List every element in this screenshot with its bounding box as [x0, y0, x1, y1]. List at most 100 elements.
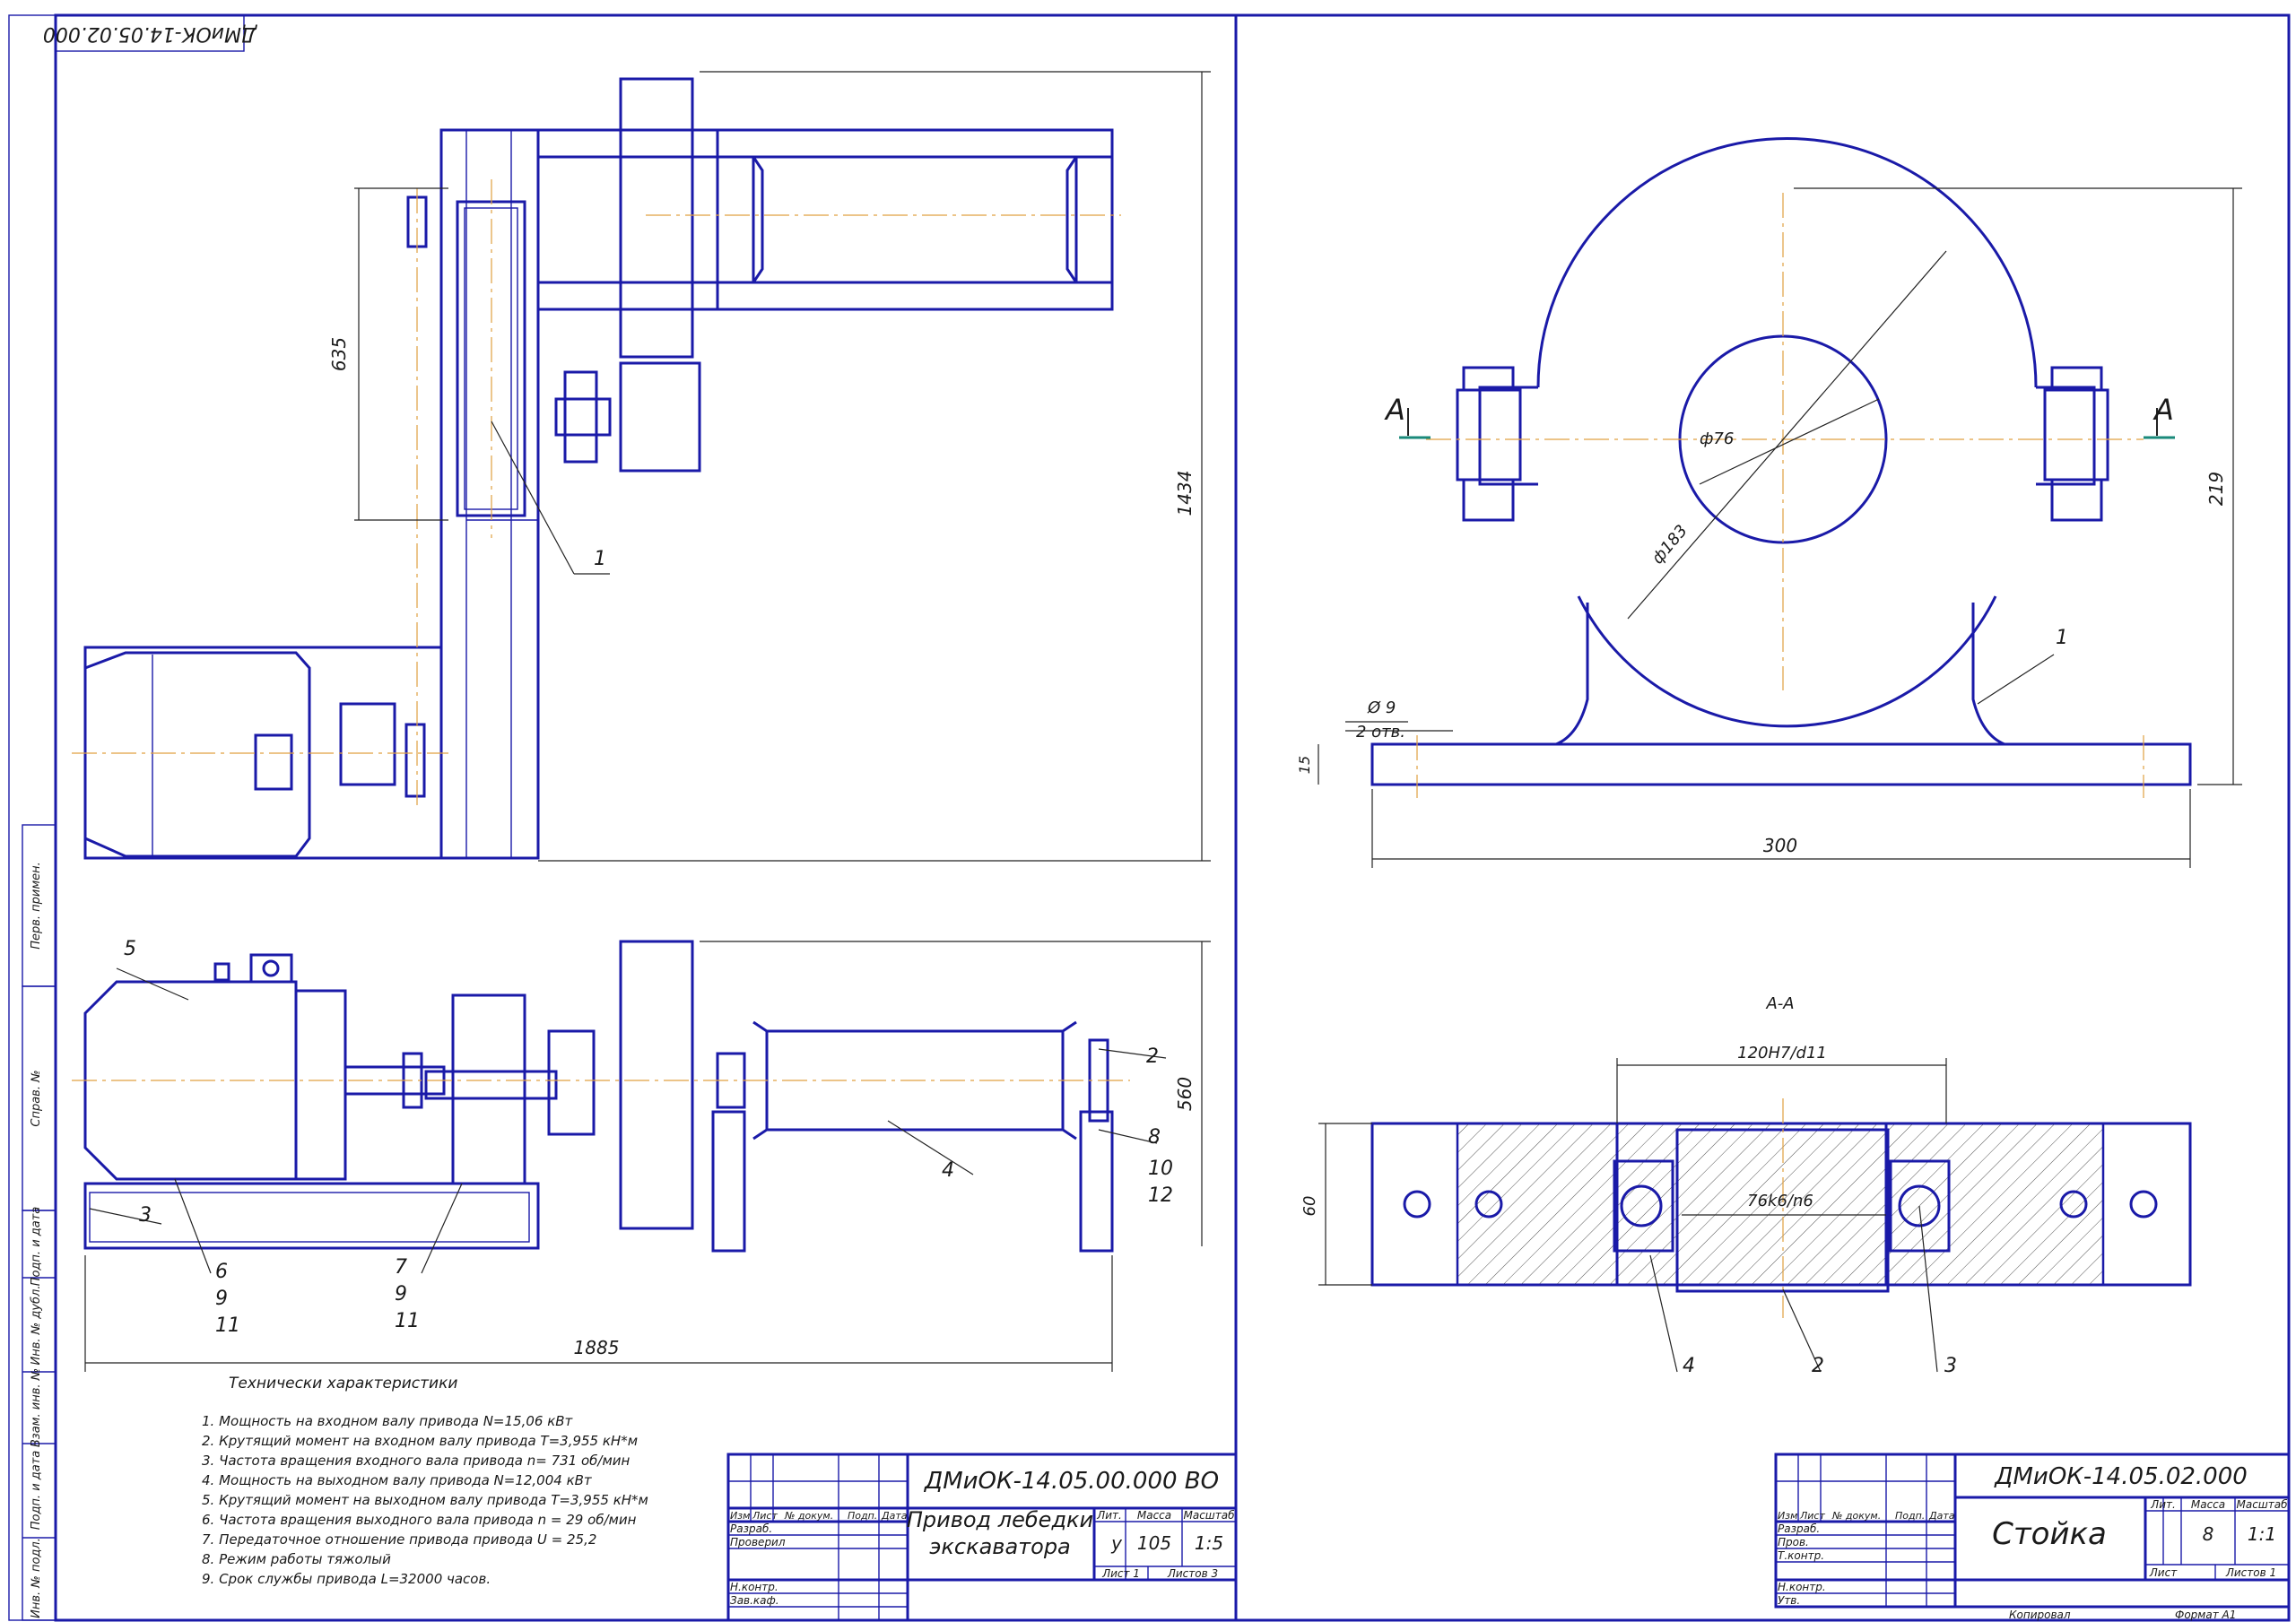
title-left-hdr-0: Изм: [730, 1510, 750, 1522]
title-left-role-0: Разраб.: [730, 1522, 772, 1535]
title-left-role-1: Проверил: [730, 1536, 786, 1548]
title-left-name-1: Привод лебедки: [907, 1507, 1093, 1532]
stand-callout-1: 1: [2056, 627, 2068, 649]
callout-7: 7: [395, 1256, 407, 1279]
title-left-code: ДМиОК-14.05.00.000 ВО: [924, 1468, 1219, 1495]
callout-plan-1: 1: [594, 548, 606, 570]
side-stamp-0: Перв. примен.: [30, 862, 43, 950]
top-stamp-text: ДМиОК-14.05.02.000: [43, 22, 257, 45]
side-stamp-1: Справ. №: [30, 1070, 43, 1126]
section-callout-3: 3: [1944, 1355, 1957, 1377]
callout-12: 12: [1148, 1184, 1173, 1207]
title-right-role-3: Н.контр.: [1778, 1581, 1826, 1593]
dim-15: 15: [1296, 756, 1313, 774]
title-right-hdr-4: Дата: [1928, 1510, 1955, 1522]
callout-11a: 11: [215, 1314, 240, 1337]
callout-11b: 11: [395, 1310, 420, 1332]
top-stamp: ДМиОК-14.05.02.000: [43, 14, 257, 52]
tech-line: 5. Крутящий момент на выходном валу прив…: [202, 1492, 648, 1508]
title-right-format: Формат А1: [2175, 1609, 2236, 1621]
title-right-mass: 8: [2203, 1523, 2214, 1545]
dim-300: 300: [1763, 835, 1797, 856]
tech-line: 3. Частота вращения входного вала привод…: [202, 1453, 631, 1469]
title-left-lit: у: [1110, 1532, 1123, 1554]
tech-line: 4. Мощность на выходном валу привода N=1…: [202, 1472, 593, 1488]
dim-60: 60: [1300, 1196, 1319, 1217]
title-left-hdr-3: Подп.: [848, 1510, 877, 1522]
title-right-role-0: Разраб.: [1778, 1522, 1820, 1535]
drawing-sheet: ДМиОК-14.05.02.000 Перв. примен. Справ. …: [8, 13, 2291, 1622]
title-right-role-1: Пров.: [1778, 1536, 1809, 1548]
title-right-hdr-0: Изм: [1778, 1510, 1797, 1522]
section-mark-right: A: [2152, 393, 2174, 427]
title-right-role-2: Т.контр.: [1778, 1549, 1824, 1562]
title-right-hdr-3: Подп.: [1895, 1510, 1925, 1522]
title-left-hdr-1: Лист: [752, 1510, 778, 1522]
callout-4: 4: [942, 1159, 954, 1182]
tech-line: 1. Мощность на входном валу привода N=15…: [202, 1413, 574, 1429]
stand-view: [1318, 137, 2242, 868]
title-right-sheets: Листов 1: [2225, 1566, 2276, 1579]
tech-title: Технически характеристики: [229, 1375, 457, 1392]
tech-line: 6. Частота вращения выходного вала приво…: [202, 1512, 637, 1528]
front-view: [72, 940, 1211, 1372]
section-mark-left: A: [1384, 393, 1405, 427]
title-left-lit-label: Лит.: [1096, 1509, 1122, 1522]
dim-1885: 1885: [574, 1337, 620, 1358]
title-right-role-4: Утв.: [1778, 1594, 1800, 1607]
dim-fit2: 76k6/n6: [1747, 1192, 1813, 1210]
title-left-scale-label: Масштаб: [1183, 1509, 1235, 1522]
title-right-code: ДМиОК-14.05.02.000: [1994, 1463, 2248, 1490]
section-callout-4: 4: [1683, 1355, 1695, 1377]
tech-line: 9. Срок службы привода L=32000 часов.: [202, 1571, 491, 1587]
title-right-sheet: Лист: [2149, 1566, 2178, 1579]
plan-view: [72, 71, 1211, 862]
dim-1434: 1434: [1174, 471, 1196, 516]
title-right-hdr-2: № докум.: [1831, 1510, 1881, 1522]
side-stamp-2: Подп. и дата: [30, 1207, 43, 1287]
dim-219: 219: [2205, 472, 2227, 506]
dim-635: 635: [328, 337, 350, 371]
tech-line: 2. Крутящий момент на входном валу приво…: [202, 1433, 638, 1449]
callout-6: 6: [215, 1261, 228, 1283]
dim-phi76: ф76: [1700, 429, 1734, 448]
side-stamp-column: Перв. примен. Справ. № Подп. и дата Инв.…: [22, 824, 57, 1621]
callout-5: 5: [124, 938, 136, 960]
title-left-hdr-4: Дата: [881, 1510, 908, 1522]
title-right-scale-label: Масштаб: [2236, 1498, 2288, 1511]
callout-3: 3: [139, 1204, 152, 1227]
side-stamp-5: Подп. и дата: [30, 1451, 43, 1531]
tech-line: 7. Передаточное отношение привода привод…: [202, 1531, 596, 1548]
title-left-scale: 1:5: [1195, 1532, 1223, 1554]
section-title: А-А: [1765, 994, 1794, 1013]
callout-9a: 9: [215, 1288, 228, 1310]
title-left-mass-label: Масса: [1137, 1509, 1171, 1522]
dim-holes: 2 отв.: [1356, 723, 1405, 742]
title-right-name: Стойка: [1992, 1516, 2107, 1552]
callout-10: 10: [1148, 1158, 1173, 1180]
title-right-lit-label: Лит.: [2150, 1498, 2176, 1511]
side-stamp-4: Взам. инв. №: [30, 1368, 43, 1447]
tech-list: 1. Мощность на входном валу привода N=15…: [202, 1413, 648, 1587]
side-stamp-6: Инв. № подл.: [30, 1538, 43, 1618]
dim-phi183: ф183: [1648, 522, 1692, 568]
title-right-scale: 1:1: [2248, 1523, 2276, 1545]
dim-hole: Ø 9: [1367, 698, 1396, 717]
callout-2: 2: [1146, 1045, 1159, 1068]
title-left-sheet: Лист 1: [1101, 1567, 1140, 1580]
title-right-mass-label: Масса: [2191, 1498, 2225, 1511]
callout-8: 8: [1148, 1126, 1161, 1149]
title-left-role-2: Н.контр.: [730, 1581, 778, 1593]
title-left-role-3: Зав.каф.: [730, 1594, 779, 1607]
title-left-hdr-2: № докум.: [784, 1510, 833, 1522]
title-right-copied: Копировал: [2009, 1609, 2071, 1621]
callout-9b: 9: [395, 1283, 407, 1305]
side-stamp-3: Инв. № дубл.: [30, 1286, 43, 1366]
dim-fit1: 120H7/d11: [1737, 1044, 1827, 1063]
dim-560: 560: [1174, 1077, 1196, 1111]
title-left-mass: 105: [1137, 1532, 1171, 1554]
tech-line: 8. Режим работы тяжолый: [202, 1551, 391, 1567]
title-left-sheets: Листов 3: [1167, 1567, 1218, 1580]
title-right-hdr-1: Лист: [1799, 1510, 1825, 1522]
title-left-name-2: экскаватора: [929, 1534, 1071, 1559]
